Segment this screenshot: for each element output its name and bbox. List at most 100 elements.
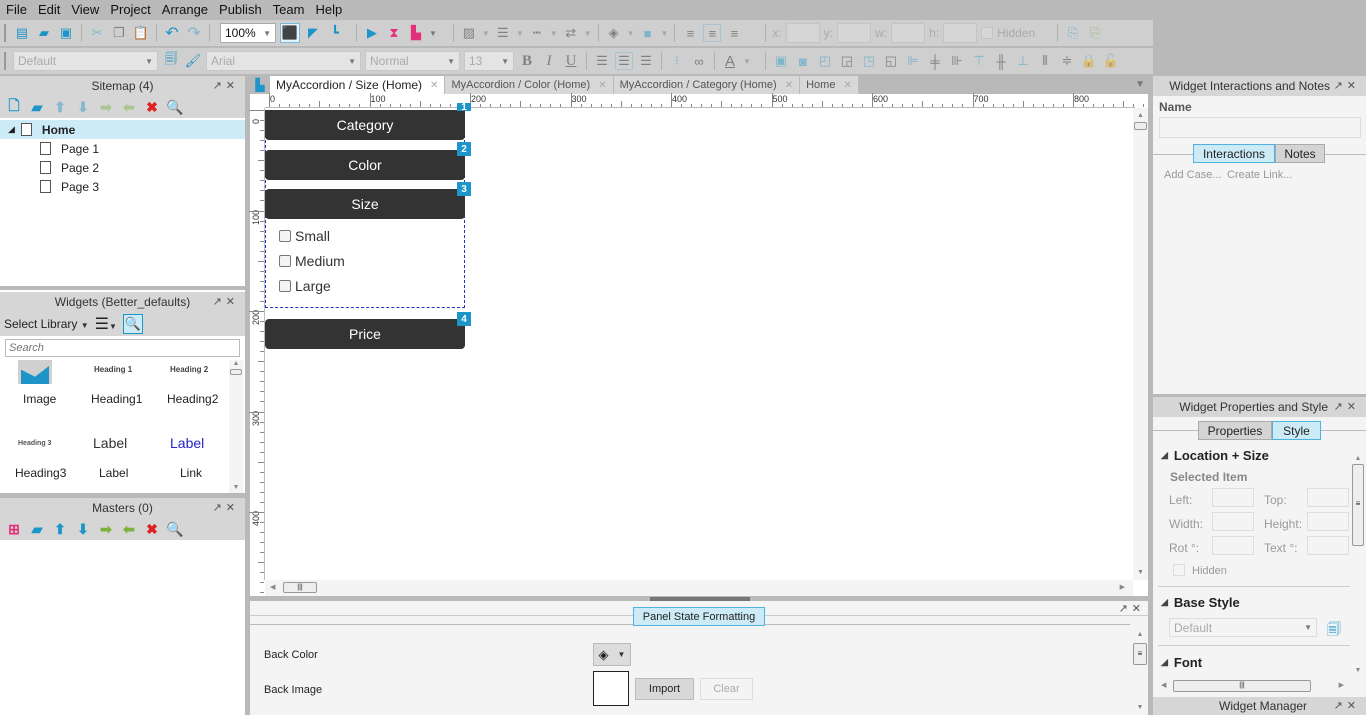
font-family-select[interactable]: Arial ▼ [206, 51, 361, 71]
section-location-size[interactable]: ◢ Location + Size [1161, 448, 1269, 463]
align-bottom-obj-icon[interactable]: ⊥ [1014, 52, 1032, 70]
align-top-obj-icon[interactable]: ⊤ [970, 52, 988, 70]
add-folder-icon[interactable]: ▰ [28, 98, 46, 116]
scroll-thumb[interactable]: ≡ [1133, 643, 1147, 665]
tab-myaccordion-color[interactable]: MyAccordion / Color (Home) ✕ [445, 76, 614, 94]
accordion-header-size[interactable]: Size [265, 189, 465, 219]
popout-icon[interactable]: ↗ [1119, 603, 1132, 615]
align-middle-obj-icon[interactable]: ╫ [992, 52, 1010, 70]
unlock-icon[interactable]: 🔓 [1102, 52, 1120, 70]
panel-state-scrollbar[interactable]: ▲ ≡ ▼ [1133, 631, 1147, 711]
toolbar-grip[interactable] [4, 52, 6, 70]
scroll-thumb[interactable]: ||| [283, 582, 317, 593]
align-bottom-icon[interactable]: ≡ [725, 24, 743, 42]
outdent-icon[interactable]: ⬅ [120, 98, 138, 116]
left-input[interactable] [1212, 488, 1254, 507]
widget-label-heading1[interactable]: Heading1 [91, 392, 142, 406]
sitemap-item-page-1[interactable]: Page 1 [0, 139, 245, 158]
italic-button[interactable]: I [540, 52, 558, 70]
canvas-hscrollbar[interactable]: ◀ ||| ▶ [265, 580, 1133, 596]
close-icon[interactable]: ✕ [843, 80, 851, 91]
widgets-scrollbar[interactable]: ▲ ▼ [229, 360, 243, 493]
checkbox[interactable] [279, 280, 291, 292]
menu-view[interactable]: View [71, 2, 99, 17]
text-rotation-input[interactable] [1307, 536, 1349, 555]
distribute-h-icon[interactable]: ⫴ [1036, 52, 1054, 70]
delete-master-icon[interactable]: ✖ [143, 520, 161, 538]
checkbox[interactable] [279, 255, 291, 267]
menu-publish[interactable]: Publish [219, 2, 262, 17]
indent-icon[interactable]: ➡ [97, 520, 115, 538]
format-painter-icon[interactable]: 🖌 [184, 52, 202, 70]
add-folder-icon[interactable]: ▰ [28, 520, 46, 538]
bring-front-icon[interactable]: ◰ [816, 52, 834, 70]
menu-project[interactable]: Project [110, 2, 150, 17]
bold-button[interactable]: B [518, 52, 536, 70]
close-icon[interactable]: ✕ [1347, 700, 1360, 712]
page-list-icon[interactable]: ▙ [250, 76, 270, 94]
delete-page-icon[interactable]: ✖ [143, 98, 161, 116]
height-input[interactable] [1307, 512, 1349, 531]
checkbox[interactable] [279, 230, 291, 242]
align-top-icon[interactable]: ≡ [681, 24, 699, 42]
close-icon[interactable]: ✕ [785, 80, 793, 91]
border-color-icon[interactable]: ▨ [460, 24, 478, 42]
undo-icon[interactable]: ↶ [163, 24, 181, 42]
line-thickness-icon[interactable]: ☰ [494, 24, 512, 42]
chevron-down-icon[interactable]: ▼ [429, 29, 437, 38]
align-center-obj-icon[interactable]: ╪ [926, 52, 944, 70]
close-icon[interactable]: ✕ [226, 80, 239, 92]
hidden-checkbox[interactable] [981, 27, 994, 39]
search-icon[interactable]: 🔍 [166, 520, 184, 538]
outdent-icon[interactable]: ⬅ [120, 520, 138, 538]
menu-team[interactable]: Team [273, 2, 305, 17]
popout-icon[interactable]: ↗ [1334, 700, 1347, 712]
label-preview[interactable]: Label [93, 435, 127, 451]
close-icon[interactable]: ✕ [430, 80, 438, 91]
menu-list-icon[interactable]: ☰▼ [95, 314, 117, 334]
scroll-thumb[interactable]: ≡ [1352, 464, 1364, 546]
paste-format-icon[interactable]: ⎘ [1086, 24, 1104, 42]
heading1-preview[interactable]: Heading 1 [94, 365, 132, 374]
close-icon[interactable]: ✕ [1347, 80, 1360, 92]
add-case-link[interactable]: Add Case... [1164, 169, 1221, 181]
collapse-triangle-icon[interactable]: ◢ [8, 124, 15, 135]
font-weight-select[interactable]: Normal ▼ [365, 51, 460, 71]
send-back-icon[interactable]: ◲ [838, 52, 856, 70]
tab-properties[interactable]: Properties [1198, 421, 1272, 440]
accordion-header-color[interactable]: Color [265, 150, 465, 180]
align-center-icon[interactable]: ☰ [615, 52, 633, 70]
h-input[interactable] [943, 23, 978, 43]
popout-icon[interactable]: ↗ [213, 296, 226, 308]
base-style-select[interactable]: Default ▼ [1169, 618, 1317, 637]
cut-icon[interactable]: ✂ [88, 24, 106, 42]
sitemap-item-home[interactable]: ◢ Home [0, 120, 245, 139]
bullets-icon[interactable]: ⁝ [668, 52, 686, 70]
copy-format-icon[interactable]: ⎘ [1064, 24, 1082, 42]
section-base-style[interactable]: ◢ Base Style [1161, 595, 1240, 610]
style-editor-icon[interactable]: 🗐 [162, 51, 180, 70]
widget-label-image[interactable]: Image [23, 392, 56, 406]
sitemap-item-page-2[interactable]: Page 2 [0, 158, 245, 177]
accordion-header-category[interactable]: Category [265, 110, 465, 140]
font-color-icon[interactable]: A [721, 52, 739, 70]
heading3-preview[interactable]: Heading 3 [18, 440, 51, 447]
properties-hscrollbar[interactable]: ◀ ||| ▶ [1158, 679, 1350, 694]
move-down-icon[interactable]: ⬇ [74, 98, 92, 116]
image-widget-preview[interactable] [18, 360, 52, 384]
w-input[interactable] [891, 23, 926, 43]
menu-help[interactable]: Help [315, 2, 342, 17]
x-input[interactable] [785, 23, 820, 43]
line-style-icon[interactable]: ┅ [528, 24, 546, 42]
ungroup-icon[interactable]: ◙ [794, 52, 812, 70]
toolbar-grip[interactable] [4, 24, 6, 42]
tab-notes[interactable]: Notes [1275, 144, 1325, 163]
hidden-checkbox[interactable] [1173, 564, 1185, 576]
option-large[interactable]: Large [279, 278, 331, 294]
arrow-style-icon[interactable]: ⇄ [562, 24, 580, 42]
open-folder-icon[interactable]: ▰ [35, 24, 53, 42]
indent-icon[interactable]: ➡ [97, 98, 115, 116]
close-icon[interactable]: ✕ [226, 502, 239, 514]
tab-home[interactable]: Home ✕ [800, 76, 859, 94]
tab-myaccordion-category[interactable]: MyAccordion / Category (Home) ✕ [613, 76, 801, 94]
